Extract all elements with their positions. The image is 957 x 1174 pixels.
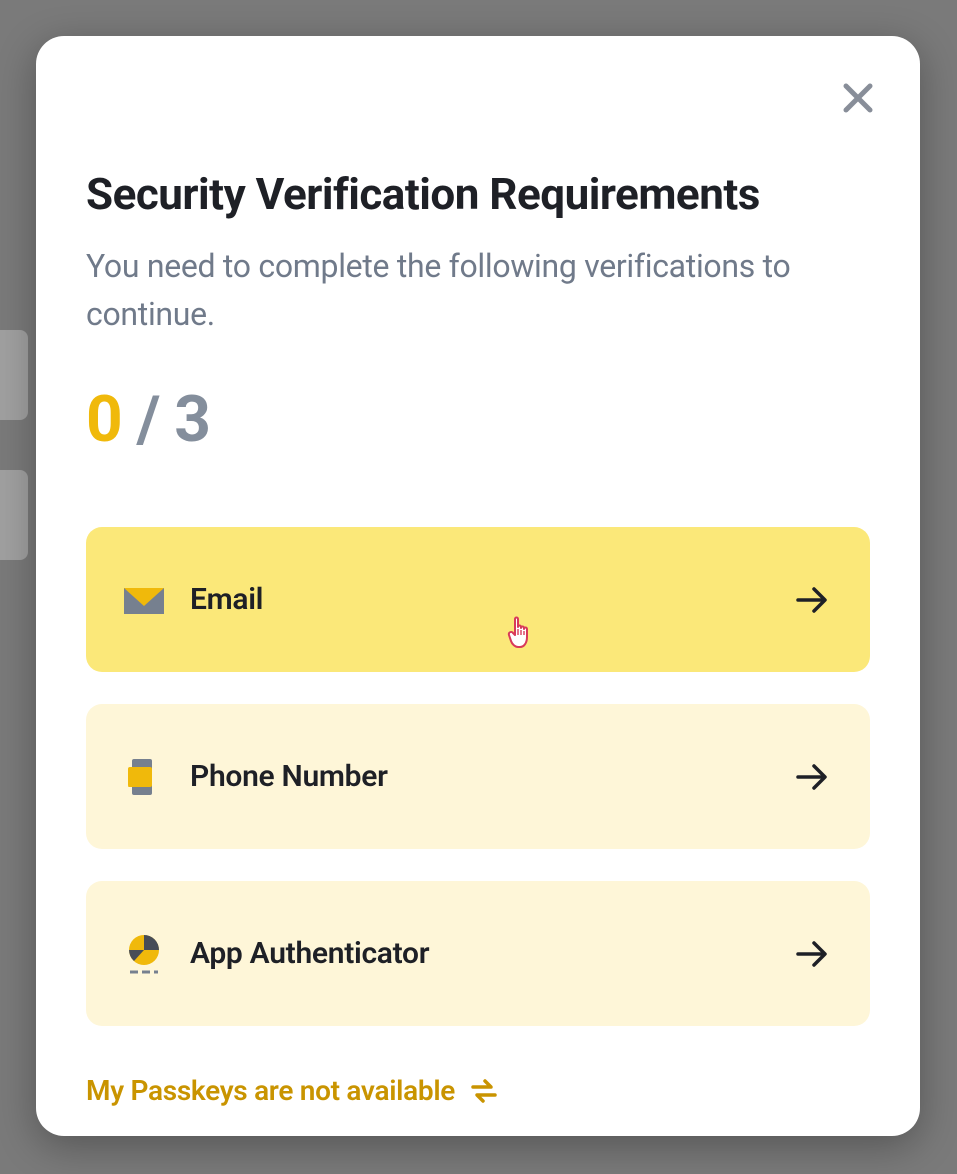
authenticator-icon: [122, 932, 166, 976]
method-authenticator[interactable]: App Authenticator: [86, 881, 870, 1026]
passkeys-unavailable-link[interactable]: My Passkeys are not available: [86, 1074, 499, 1107]
method-email[interactable]: Email: [86, 527, 870, 672]
progress-separator: /: [122, 382, 175, 457]
modal-title: Security Verification Requirements: [86, 168, 870, 220]
swap-icon: [469, 1076, 499, 1106]
method-label: Phone Number: [190, 759, 388, 794]
cursor-pointer-icon: [506, 613, 540, 651]
close-button[interactable]: [834, 74, 882, 122]
mail-icon: [122, 578, 166, 622]
method-phone[interactable]: Phone Number: [86, 704, 870, 849]
method-label: Email: [190, 582, 263, 617]
arrow-right-icon: [794, 759, 830, 795]
verification-methods-list: Email Phone Nu: [86, 527, 870, 1026]
progress-completed: 0: [86, 382, 122, 457]
arrow-right-icon: [794, 582, 830, 618]
phone-icon: [122, 755, 166, 799]
close-icon: [838, 78, 878, 118]
progress-total: 3: [174, 382, 210, 457]
security-verification-modal: Security Verification Requirements You n…: [36, 36, 920, 1136]
background-stub: [0, 470, 28, 560]
background-stub: [0, 330, 28, 420]
method-label: App Authenticator: [190, 936, 429, 971]
passkeys-link-label: My Passkeys are not available: [86, 1074, 455, 1107]
modal-subtitle: You need to complete the following verif…: [86, 242, 870, 338]
verification-progress: 0 / 3: [86, 382, 870, 457]
arrow-right-icon: [794, 936, 830, 972]
